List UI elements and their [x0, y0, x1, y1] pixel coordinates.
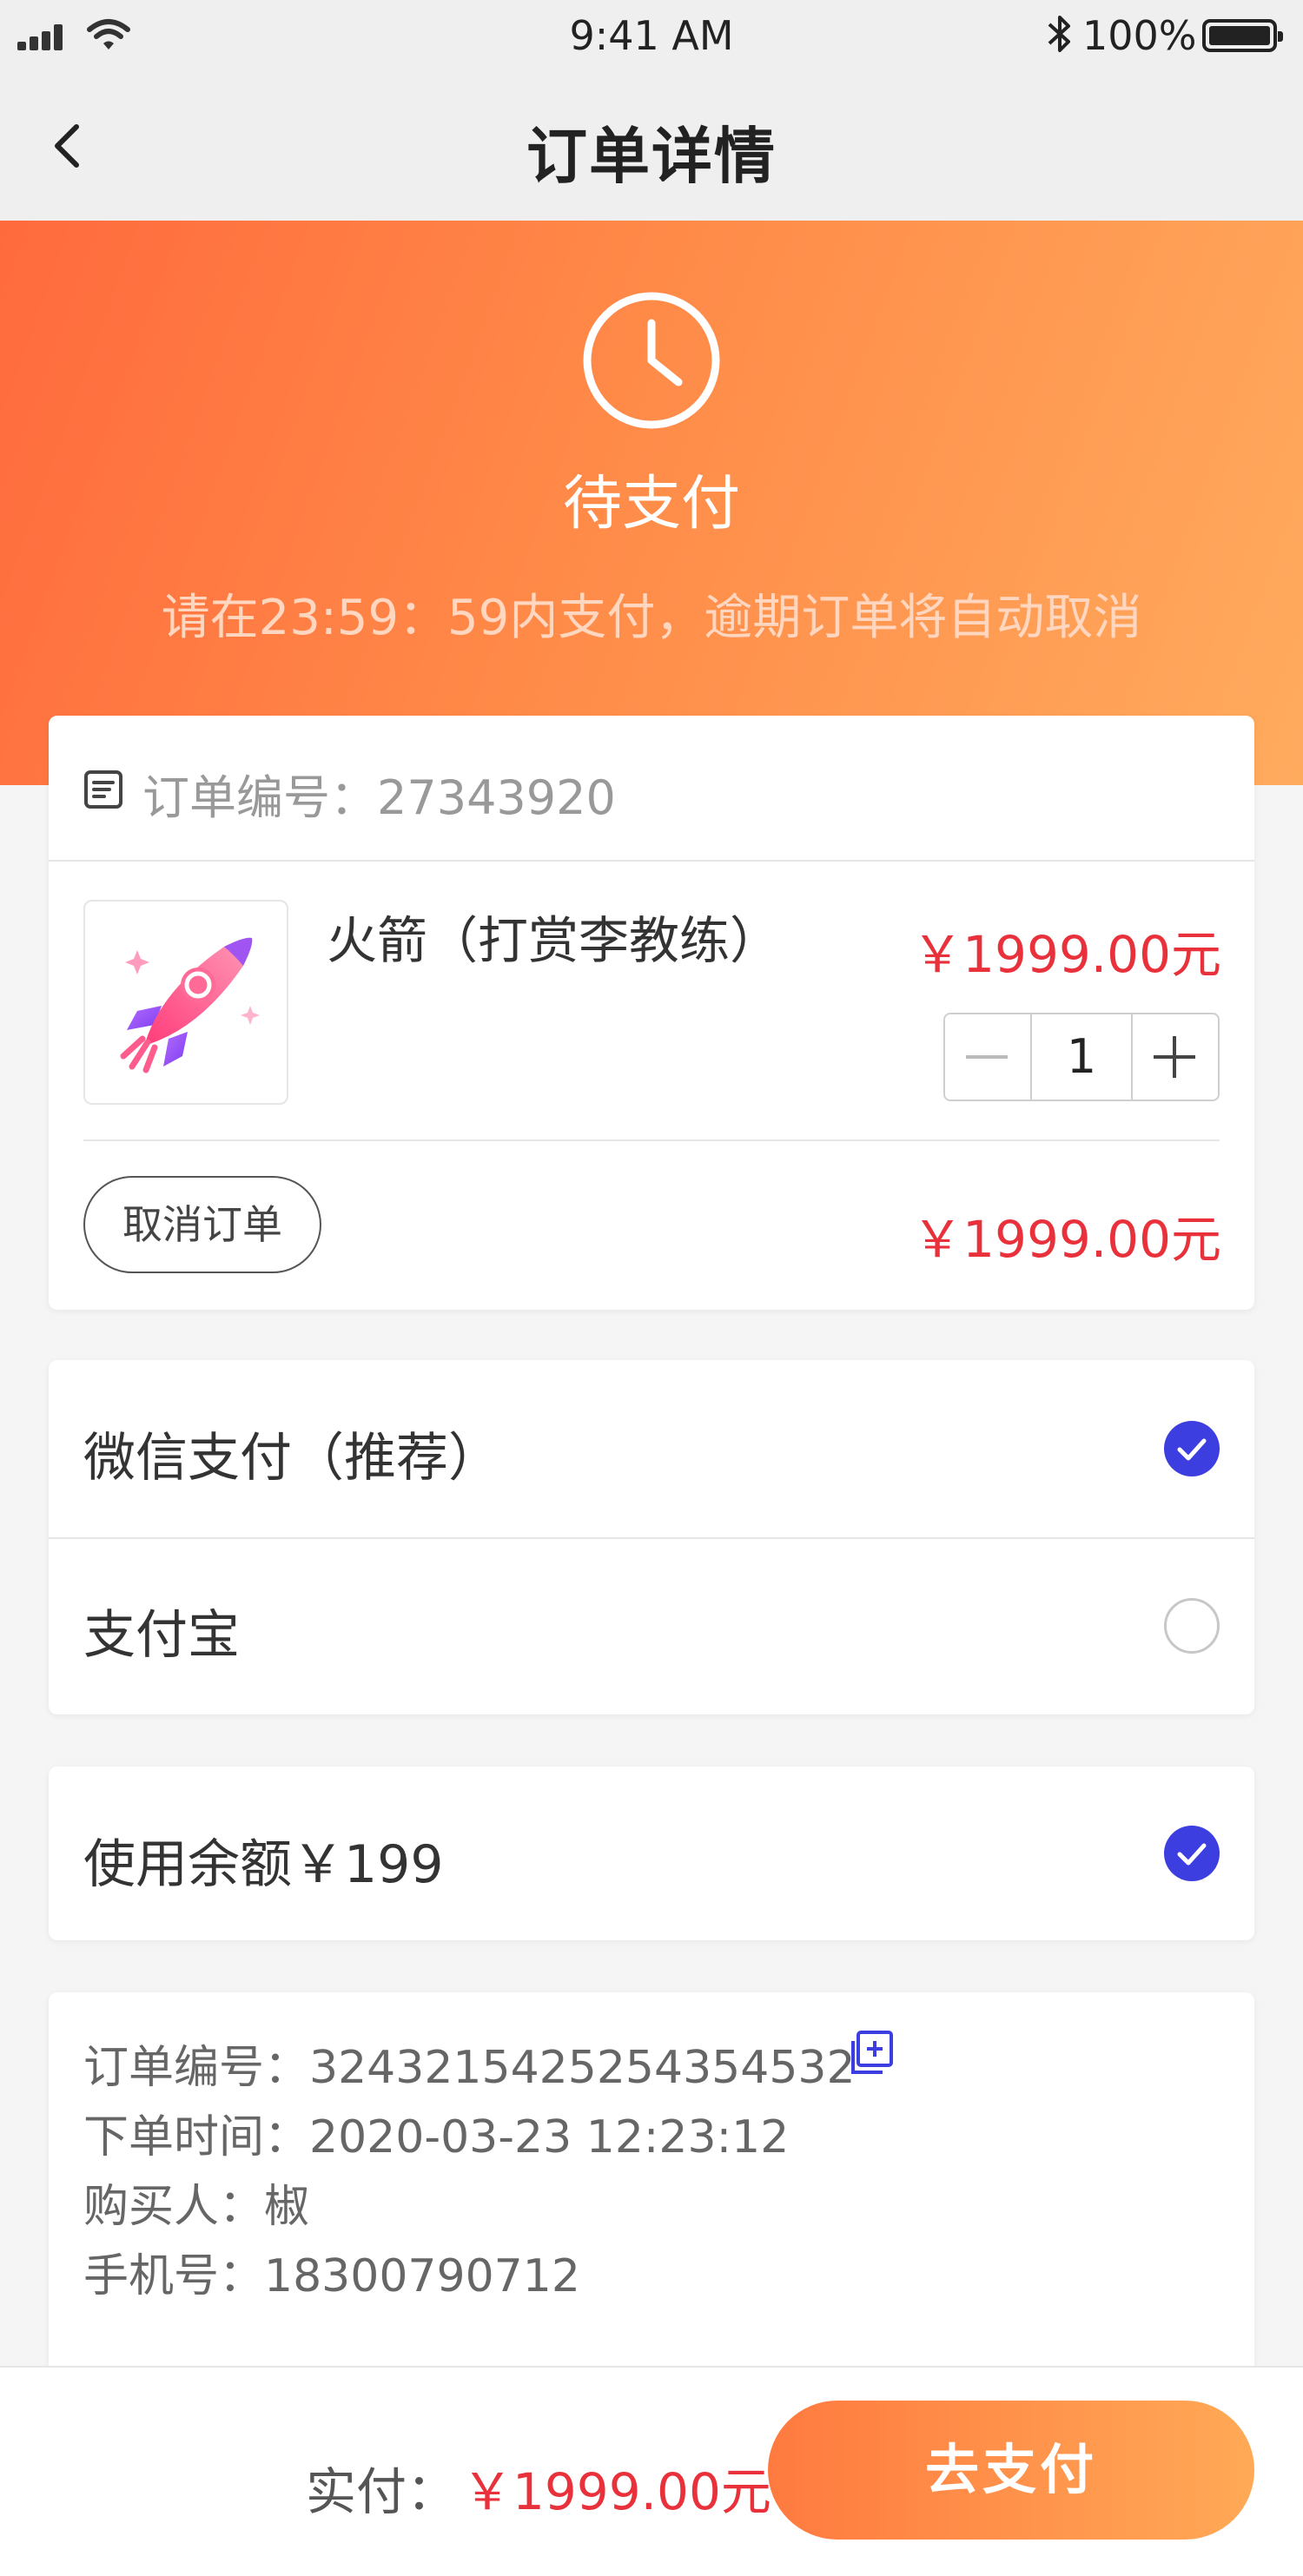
- payment-option-label: 微信支付（推荐）: [83, 1428, 500, 1489]
- countdown-text: 请在23:59：59内支付，逾期订单将自动取消: [161, 590, 1142, 646]
- order-card-header: 订单编号：27343920: [49, 716, 1254, 862]
- payment-option-label: 支付宝: [83, 1605, 240, 1666]
- payment-option-alipay[interactable]: 支付宝: [49, 1537, 1254, 1714]
- quantity-value[interactable]: 1: [1030, 1014, 1133, 1100]
- balance-option[interactable]: 使用余额￥199: [49, 1767, 1254, 1940]
- radio-unchecked-icon[interactable]: [1164, 1598, 1220, 1654]
- product-price: ￥1999.00元: [912, 925, 1221, 984]
- payment-option-wechat[interactable]: 微信支付（推荐）: [49, 1360, 1254, 1539]
- document-icon: [84, 770, 122, 809]
- order-info: 订单编号：3243215425254354532 下单时间：2020-03-23…: [49, 1992, 1254, 2392]
- info-order-number: 订单编号：3243215425254354532: [83, 2042, 856, 2094]
- copy-icon[interactable]: [846, 2029, 895, 2077]
- info-phone: 手机号：18300790712: [83, 2250, 580, 2302]
- battery-icon: [1202, 19, 1283, 52]
- radio-checked-icon[interactable]: [1164, 1826, 1220, 1881]
- status-title: 待支付: [562, 470, 740, 538]
- pay-button[interactable]: 去支付: [768, 2401, 1254, 2540]
- plus-icon: [1154, 1036, 1195, 1078]
- paid-label: 实付：: [306, 2462, 458, 2521]
- divider: [83, 1139, 1220, 1141]
- page-title: 订单详情: [526, 121, 777, 192]
- battery-percent: 100%: [1082, 12, 1197, 59]
- order-total: ￥1999.00元: [912, 1210, 1221, 1269]
- paid-amount: ￥1999.00元: [462, 2462, 771, 2521]
- order-card: 订单编号：27343920 火箭（打赏李教练） ￥1999.00元 1 取消订单…: [49, 716, 1254, 1310]
- info-order-time: 下单时间：2020-03-23 12:23:12: [83, 2111, 790, 2163]
- bottom-bar: 实付： ￥1999.00元 去支付: [0, 2366, 1303, 2576]
- payment-methods: 微信支付（推荐） 支付宝: [49, 1360, 1254, 1714]
- minus-icon: [966, 1055, 1008, 1059]
- product-image: [83, 900, 288, 1105]
- balance-label: 使用余额￥199: [83, 1834, 444, 1895]
- decrement-button[interactable]: [945, 1014, 1030, 1100]
- bluetooth-icon: [1048, 16, 1070, 52]
- status-bar: 9:41 AM 100%: [0, 0, 1303, 73]
- info-buyer: 购买人：椒: [83, 2181, 310, 2233]
- rocket-icon: [120, 937, 260, 1073]
- order-number: 订单编号：27343920: [142, 770, 616, 825]
- product-name: 火箭（打赏李教练）: [327, 911, 781, 970]
- order-status-header: 待支付 请在23:59：59内支付，逾期订单将自动取消: [0, 221, 1303, 785]
- cancel-order-button[interactable]: 取消订单: [83, 1176, 321, 1273]
- quantity-stepper: 1: [943, 1013, 1220, 1101]
- clock-icon: [583, 292, 720, 429]
- nav-bar: 订单详情: [0, 73, 1303, 221]
- radio-checked-icon[interactable]: [1164, 1421, 1220, 1476]
- increment-button[interactable]: [1133, 1014, 1218, 1100]
